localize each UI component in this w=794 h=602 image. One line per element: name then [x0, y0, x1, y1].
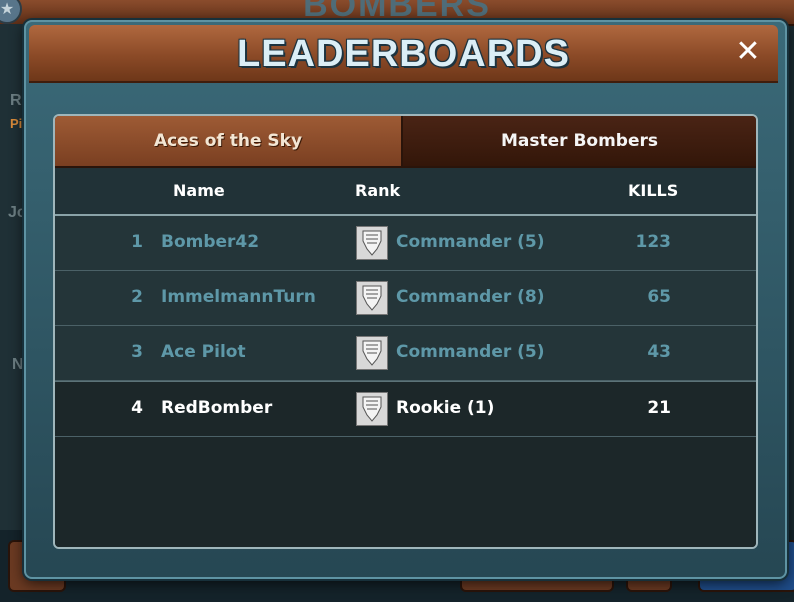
player-kills: 43 [647, 342, 671, 362]
player-name: Bomber42 [161, 232, 260, 252]
background-side-panel [0, 24, 26, 602]
table-header: Name Rank KILLS [55, 168, 756, 216]
column-header-kills: KILLS [628, 181, 679, 200]
leaderboard-panel: Aces of the Sky Master Bombers Name Rank… [53, 114, 758, 549]
player-rank: Rookie (1) [396, 398, 495, 418]
row-position: 3 [131, 342, 143, 362]
close-icon: ✕ [735, 34, 761, 69]
close-button[interactable]: ✕ [730, 34, 766, 70]
column-header-name: Name [173, 181, 225, 200]
modal-header: LEADERBOARDS ✕ [29, 25, 778, 83]
leaderboards-modal: LEADERBOARDS ✕ Aces of the Sky Master Bo… [24, 20, 787, 579]
background-letter: R [10, 92, 22, 109]
modal-title: LEADERBOARDS [237, 33, 570, 75]
player-name: RedBomber [161, 398, 273, 418]
rank-insignia-icon [356, 392, 388, 426]
row-position: 4 [131, 398, 143, 418]
table-empty-area [55, 437, 756, 547]
player-rank: Commander (8) [396, 287, 545, 307]
rank-insignia-icon [356, 336, 388, 370]
player-name: Ace Pilot [161, 342, 246, 362]
tab-aces-of-the-sky[interactable]: Aces of the Sky [55, 116, 403, 168]
tab-bar: Aces of the Sky Master Bombers [55, 116, 756, 168]
background-letter: Pi [10, 116, 23, 131]
table-row[interactable]: 1 Bomber42 Commander (5) 123 [55, 216, 756, 271]
table-row[interactable]: 2 ImmelmannTurn Commander (8) 65 [55, 271, 756, 326]
player-kills: 21 [647, 398, 671, 418]
rank-insignia-icon [356, 281, 388, 315]
player-rank: Commander (5) [396, 232, 545, 252]
player-kills: 65 [647, 287, 671, 307]
tab-master-bombers[interactable]: Master Bombers [403, 116, 756, 168]
column-header-rank: Rank [355, 181, 401, 200]
player-rank: Commander (5) [396, 342, 545, 362]
background-letter: N [12, 356, 24, 373]
rank-insignia-icon [356, 226, 388, 260]
player-kills: 123 [635, 232, 672, 252]
table-row[interactable]: 3 Ace Pilot Commander (5) 43 [55, 326, 756, 381]
player-name: ImmelmannTurn [161, 287, 316, 307]
table-row-current-player[interactable]: 4 RedBomber Rookie (1) 21 [55, 381, 756, 437]
row-position: 1 [131, 232, 143, 252]
row-position: 2 [131, 287, 143, 307]
